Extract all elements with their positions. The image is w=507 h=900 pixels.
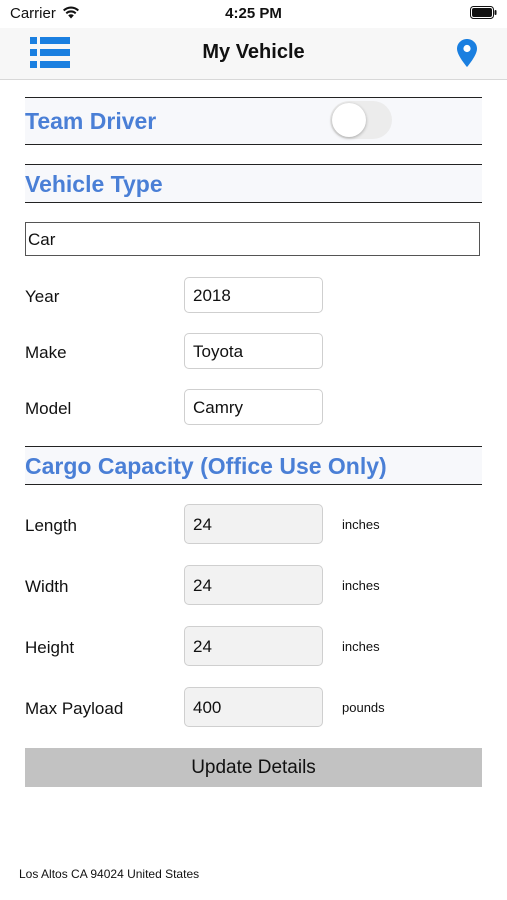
model-field[interactable]: Camry [184,389,323,425]
make-field[interactable]: Toyota [184,333,323,369]
cargo-capacity-section: Cargo Capacity (Office Use Only) [25,446,482,485]
page-title: My Vehicle [202,41,305,63]
status-bar: Carrier 4:25 PM [0,0,507,28]
vehicle-type-label: Vehicle Type [25,171,163,197]
width-label: Width [25,577,69,596]
my-vehicle-screen: Carrier 4:25 PM My Vehicle Team Driver V… [0,0,507,900]
vehicle-type-field[interactable]: Car [25,222,480,256]
length-label: Length [25,516,77,535]
max-payload-label: Max Payload [25,699,124,718]
vehicle-type-section: Vehicle Type [25,164,482,203]
cargo-capacity-label: Cargo Capacity (Office Use Only) [25,453,387,479]
navigation-bar: My Vehicle [0,28,507,80]
year-label: Year [25,287,60,306]
toggle-knob [332,103,366,137]
team-driver-section: Team Driver [25,97,482,145]
year-field[interactable]: 2018 [184,277,323,313]
height-unit: inches [342,639,380,654]
height-field: 24 [184,626,323,666]
max-payload-field: 400 [184,687,323,727]
height-label: Height [25,638,75,657]
max-payload-unit: pounds [342,700,385,715]
model-label: Model [25,399,72,418]
update-details-button[interactable]: Update Details [25,748,482,787]
status-time: 4:25 PM [225,5,282,22]
make-label: Make [25,343,67,362]
length-unit: inches [342,517,380,532]
footer-location: Los Altos CA 94024 United States [19,867,200,881]
location-pin-icon[interactable] [457,39,477,67]
length-field: 24 [184,504,323,544]
battery-icon [470,6,497,19]
team-driver-toggle[interactable] [330,101,392,139]
width-field: 24 [184,565,323,605]
width-unit: inches [342,578,380,593]
team-driver-label: Team Driver [25,108,157,134]
